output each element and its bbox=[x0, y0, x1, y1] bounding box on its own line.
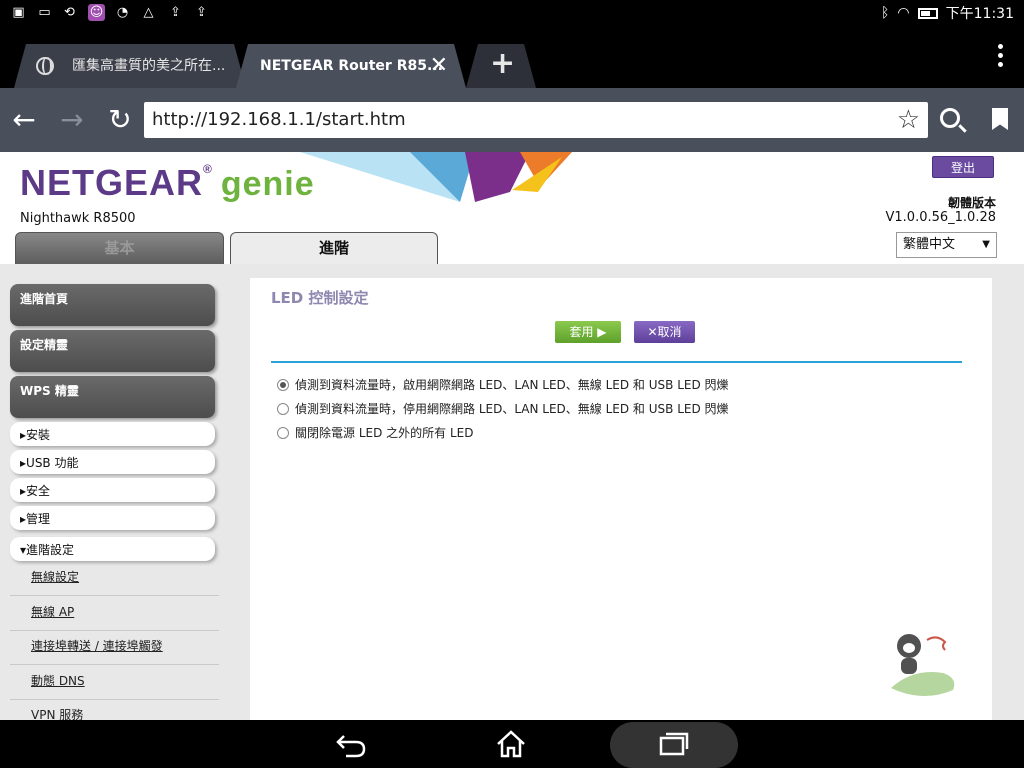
browser-tab-bar: 匯集高畫質的美之所在... NETGEAR Router R85... ✕ + bbox=[0, 26, 1024, 88]
section-label: 進階設定 bbox=[26, 543, 75, 557]
back-arrow-icon[interactable]: ← bbox=[6, 102, 42, 138]
section-label: USB 功能 bbox=[26, 456, 79, 470]
bluetooth-icon: ᛒ bbox=[881, 5, 890, 21]
sidebar: 進階首頁 設定精靈 WPS 精靈 ▸安裝 ▸USB 功能 ▸安全 ▸管理 ▾進階… bbox=[0, 264, 250, 720]
bookmarks-icon[interactable] bbox=[992, 108, 1008, 130]
language-select[interactable]: 繁體中文 ▼ bbox=[896, 232, 997, 258]
home-icon[interactable] bbox=[494, 728, 528, 760]
led-option-enable-blink[interactable]: 偵測到資料流量時，啟用網際網路 LED、LAN LED、無線 LED 和 USB… bbox=[277, 375, 729, 395]
model-name: Nighthawk R8500 bbox=[20, 211, 136, 226]
sidebar-item-setup-wizard[interactable]: 設定精靈 bbox=[10, 330, 215, 372]
content-panel: LED 控制設定 套用 ▶ ✕取消 偵測到資料流量時，啟用網際網路 LED、LA… bbox=[250, 278, 992, 720]
star-icon[interactable]: ☆ bbox=[897, 102, 920, 138]
status-bar: ▣ ▭ ⟲ ☺ ◔ △ ⇪ ⇪ ᛒ ◠ 下午11:31 bbox=[0, 0, 1024, 26]
speed-icon: ◔ bbox=[116, 5, 129, 20]
battery-icon bbox=[917, 7, 938, 19]
asus-icon: ▭ bbox=[38, 5, 51, 20]
option-label: 關閉除電源 LED 之外的所有 LED bbox=[295, 426, 474, 440]
radio-button[interactable] bbox=[277, 403, 289, 415]
back-icon[interactable] bbox=[334, 728, 368, 760]
brand-mark: ® bbox=[203, 162, 213, 176]
radio-button[interactable] bbox=[277, 427, 289, 439]
cancel-button[interactable]: ✕取消 bbox=[634, 321, 695, 343]
web-page: NETGEAR® genie Nighthawk R8500 登出 韌體版本 V1… bbox=[0, 152, 1024, 720]
gallery-icon: ▣ bbox=[12, 5, 25, 20]
clock: 下午11:31 bbox=[945, 6, 1014, 22]
router-header: NETGEAR® genie Nighthawk R8500 登出 韌體版本 V1… bbox=[0, 152, 1024, 264]
url-field[interactable]: http://192.168.1.1/start.htm ☆ bbox=[144, 102, 928, 138]
status-right: ᛒ ◠ 下午11:31 bbox=[881, 3, 1014, 23]
plus-icon: + bbox=[490, 46, 516, 81]
tab-basic[interactable]: 基本 bbox=[15, 232, 224, 264]
logo-decoration bbox=[300, 152, 572, 202]
page-title: LED 控制設定 bbox=[271, 289, 369, 307]
section-label: 管理 bbox=[26, 512, 51, 526]
close-icon[interactable]: ✕ bbox=[430, 44, 448, 88]
recent-apps-icon[interactable] bbox=[657, 728, 691, 760]
option-label: 偵測到資料流量時，停用網際網路 LED、LAN LED、無線 LED 和 USB… bbox=[295, 402, 729, 416]
led-option-disable-blink[interactable]: 偵測到資料流量時，停用網際網路 LED、LAN LED、無線 LED 和 USB… bbox=[277, 399, 729, 419]
new-tab-button[interactable]: + bbox=[466, 44, 536, 88]
system-nav-bar bbox=[0, 720, 1024, 768]
sidebar-item-advanced-home[interactable]: 進階首頁 bbox=[10, 284, 215, 326]
sidebar-link-wireless-ap[interactable]: 無線 AP bbox=[10, 599, 219, 631]
sidebar-link-port-forwarding[interactable]: 連接埠轉送 / 連接埠觸發 bbox=[10, 633, 219, 665]
firmware-version: V1.0.0.56_1.0.28 bbox=[885, 210, 997, 225]
globe-icon bbox=[36, 57, 54, 75]
brand-name: NETGEAR bbox=[20, 162, 204, 203]
watermark-logo bbox=[891, 634, 955, 697]
warning-icon: △ bbox=[143, 5, 154, 20]
sidebar-link-dynamic-dns[interactable]: 動態 DNS bbox=[10, 668, 219, 700]
firmware-label: 韌體版本 bbox=[947, 196, 996, 210]
section-label: 安全 bbox=[26, 484, 51, 498]
apply-button[interactable]: 套用 ▶ bbox=[555, 321, 621, 343]
chevron-down-icon: ▼ bbox=[982, 239, 990, 250]
tab-advanced[interactable]: 進階 bbox=[230, 232, 438, 264]
language-value: 繁體中文 bbox=[903, 237, 956, 252]
sidebar-section-usb[interactable]: ▸USB 功能 bbox=[10, 450, 215, 474]
upload-icon: ⇪ bbox=[196, 5, 207, 20]
tab-label: 匯集高畫質的美之所在... bbox=[72, 58, 226, 74]
tab-gallery[interactable]: 匯集高畫質的美之所在... bbox=[14, 44, 246, 88]
sidebar-link-wireless-settings[interactable]: 無線設定 bbox=[10, 564, 219, 596]
sidebar-section-setup[interactable]: ▸安裝 bbox=[10, 422, 215, 446]
led-option-all-off[interactable]: 關閉除電源 LED 之外的所有 LED bbox=[277, 423, 473, 443]
wifi-icon: ◠ bbox=[897, 5, 910, 21]
app-icon: ☺ bbox=[88, 4, 105, 21]
reload-icon[interactable]: ↻ bbox=[102, 102, 138, 138]
logout-button[interactable]: 登出 bbox=[932, 156, 994, 178]
sidebar-section-admin[interactable]: ▸管理 bbox=[10, 506, 215, 530]
tab-label: NETGEAR Router R85... bbox=[260, 58, 443, 74]
sidebar-item-wps-wizard[interactable]: WPS 精靈 bbox=[10, 376, 215, 418]
divider bbox=[271, 361, 962, 363]
netgear-genie-logo: NETGEAR® genie bbox=[20, 162, 315, 204]
section-label: 安裝 bbox=[26, 428, 51, 442]
sidebar-link-vpn[interactable]: VPN 服務 bbox=[10, 702, 219, 720]
radio-button[interactable] bbox=[277, 379, 289, 391]
forward-arrow-icon[interactable]: → bbox=[54, 102, 90, 138]
sync-icon: ⟲ bbox=[64, 5, 75, 20]
url-text: http://192.168.1.1/start.htm bbox=[152, 109, 406, 130]
sidebar-section-advanced-setup[interactable]: ▾進階設定 bbox=[10, 537, 215, 561]
product-name: genie bbox=[220, 165, 315, 203]
tab-router[interactable]: NETGEAR Router R85... ✕ bbox=[236, 44, 466, 88]
search-icon[interactable] bbox=[940, 108, 960, 128]
address-bar: ← → ↻ http://192.168.1.1/start.htm ☆ bbox=[0, 88, 1024, 152]
upload-icon: ⇪ bbox=[170, 5, 181, 20]
overflow-menu-icon[interactable] bbox=[998, 44, 1004, 68]
sidebar-section-security[interactable]: ▸安全 bbox=[10, 478, 215, 502]
option-label: 偵測到資料流量時，啟用網際網路 LED、LAN LED、無線 LED 和 USB… bbox=[295, 378, 729, 392]
